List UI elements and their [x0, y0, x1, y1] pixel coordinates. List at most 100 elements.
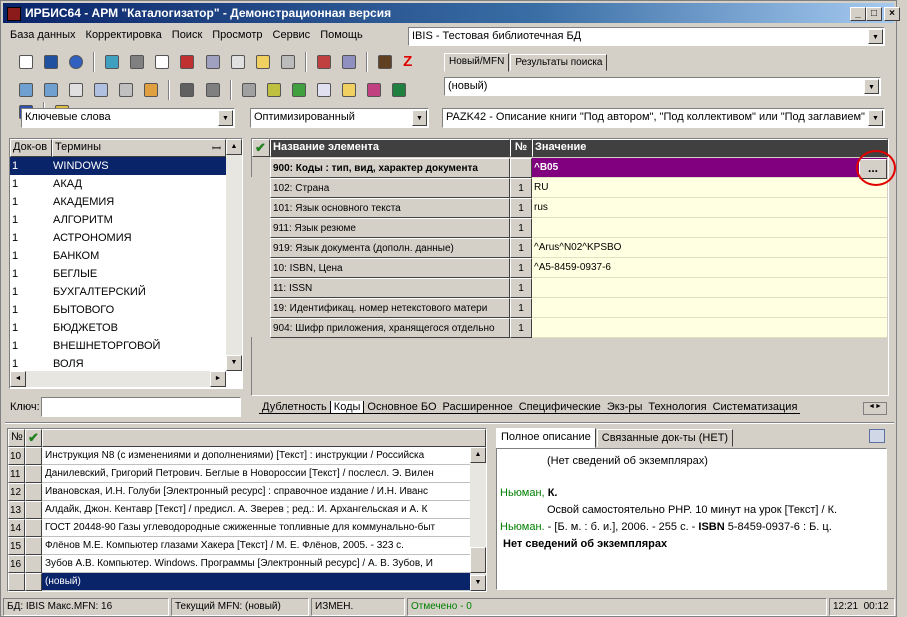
tab-codes[interactable]: Коды: [329, 401, 365, 414]
results-num-header[interactable]: №: [8, 429, 25, 447]
term-row[interactable]: 1 ВНЕШНЕТОРГОВОЙ: [10, 337, 226, 355]
tab-copies[interactable]: Экз-ры: [603, 401, 646, 414]
results-check-icon[interactable]: ✔: [25, 429, 42, 447]
field-value[interactable]: [532, 298, 887, 318]
mail-icon[interactable]: [66, 80, 86, 100]
key-input[interactable]: [41, 397, 241, 417]
field-value[interactable]: RU: [532, 178, 887, 198]
new-record-icon[interactable]: [16, 52, 36, 72]
scroll-down-icon[interactable]: ▼: [470, 575, 486, 591]
field-value[interactable]: [532, 218, 887, 238]
tab-specific[interactable]: Специфические: [515, 401, 604, 414]
field-value[interactable]: ^A5-8459-0937-6: [532, 258, 887, 278]
result-mark[interactable]: [25, 483, 42, 501]
result-mark[interactable]: [25, 555, 42, 573]
field-value[interactable]: ^B05: [532, 158, 887, 178]
editor-row[interactable]: 11: ISSN 1: [270, 278, 887, 298]
book-icon[interactable]: [375, 52, 395, 72]
print-preview-icon[interactable]: [869, 429, 885, 443]
menu-help[interactable]: Помощь: [315, 25, 368, 45]
chat-icon[interactable]: [91, 80, 111, 100]
tab-full-description[interactable]: Полное описание: [496, 428, 596, 448]
term-row[interactable]: 1 БУХГАЛТЕРСКИЙ: [10, 283, 226, 301]
scroll-thumb[interactable]: [470, 547, 486, 573]
tab-technology[interactable]: Технология: [645, 401, 710, 414]
grid-icon[interactable]: [177, 52, 197, 72]
result-mark[interactable]: [25, 519, 42, 537]
term-row[interactable]: 1 WINDOWS: [10, 157, 226, 175]
menu-view[interactable]: Просмотр: [207, 25, 267, 45]
result-mark[interactable]: [25, 465, 42, 483]
check-icon[interactable]: ✔: [252, 139, 270, 157]
results-text-header[interactable]: [42, 429, 486, 447]
result-row[interactable]: 14 ГОСТ 20448-90 Газы углеводородные сжиж…: [8, 519, 486, 537]
worksheet-select[interactable]: PAZK42 - Описание книги "Под автором", "…: [442, 108, 885, 128]
search-mode-select[interactable]: Ключевые слова ▼: [21, 108, 235, 128]
field-value[interactable]: rus: [532, 198, 887, 218]
term-row[interactable]: 1 АКАД: [10, 175, 226, 193]
green-arrow-icon[interactable]: [289, 80, 309, 100]
author-link[interactable]: Ньюман.: [500, 521, 545, 533]
tab-extended[interactable]: Расширенное: [439, 401, 516, 414]
scroll-left-icon[interactable]: ◄: [10, 371, 26, 387]
editor-row[interactable]: 101: Язык основного текста 1 rus: [270, 198, 887, 218]
folder-icon[interactable]: [203, 80, 223, 100]
tab-main-bo[interactable]: Основное БО: [364, 401, 440, 414]
count-header[interactable]: Док-ов: [10, 139, 52, 157]
list-icon[interactable]: [116, 80, 136, 100]
menu-service[interactable]: Сервис: [268, 25, 316, 45]
tab-classification[interactable]: Систематизация: [709, 401, 801, 414]
term-row[interactable]: 1 БЮДЖЕТОВ: [10, 319, 226, 337]
field-value[interactable]: [532, 318, 887, 338]
menu-edit[interactable]: Корректировка: [81, 25, 167, 45]
result-row[interactable]: 15 Флёнов М.Е. Компьютер глазами Хакера […: [8, 537, 486, 555]
num-header[interactable]: №: [510, 139, 532, 157]
editor-row[interactable]: 19: Идентификац. номер нетекстового мате…: [270, 298, 887, 318]
z-icon[interactable]: Z: [400, 52, 420, 72]
terms-header[interactable]: Термины ꟷ: [52, 139, 226, 157]
pages-icon[interactable]: [314, 80, 334, 100]
minimize-button[interactable]: _: [850, 7, 866, 21]
tab-search-results[interactable]: Результаты поиска: [510, 54, 608, 71]
tree-icon[interactable]: [228, 52, 248, 72]
result-mark[interactable]: [25, 447, 42, 465]
term-row[interactable]: 1 БЫТОВОГО: [10, 301, 226, 319]
print-icon[interactable]: [339, 52, 359, 72]
author-heading[interactable]: Ньюман,: [500, 487, 545, 499]
tab-doublets[interactable]: Дублетность: [259, 401, 330, 414]
tab-related-docs[interactable]: Связанные док-ты (НЕТ): [596, 429, 734, 447]
display-mode-select[interactable]: Оптимизированный ▼: [250, 108, 429, 128]
record-select[interactable]: (новый) ▼: [444, 77, 881, 96]
term-row[interactable]: 1 АКАДЕМИЯ: [10, 193, 226, 211]
scroll-up-icon[interactable]: ▲: [226, 139, 242, 155]
tab-new-mfn[interactable]: Новый/MFN: [444, 53, 510, 72]
printer-icon[interactable]: [239, 80, 259, 100]
result-row[interactable]: 16 Зубов А.В. Компьютер. Windows. Програм…: [8, 555, 486, 573]
editor-row[interactable]: 919: Язык документа (дополн. данные) 1 ^Ar…: [270, 238, 887, 258]
delete-icon[interactable]: [278, 52, 298, 72]
preview-icon[interactable]: [177, 80, 197, 100]
pin-icon[interactable]: ꟷ: [212, 141, 221, 156]
editor-row[interactable]: 10: ISBN, Цена 1 ^A5-8459-0937-6: [270, 258, 887, 278]
terms-hscrollbar[interactable]: ◄ ►: [10, 371, 226, 387]
undo-icon[interactable]: [66, 52, 86, 72]
result-mark[interactable]: [25, 501, 42, 519]
chart-icon[interactable]: [364, 80, 384, 100]
export-icon[interactable]: [314, 52, 334, 72]
tabs-scroll-arrows[interactable]: ◄►: [863, 402, 887, 415]
results-vscrollbar[interactable]: ▲ ▼: [470, 447, 486, 591]
result-mark[interactable]: [25, 537, 42, 555]
editor-row[interactable]: 911: Язык резюме 1: [270, 218, 887, 238]
result-row[interactable]: (новый): [8, 573, 486, 591]
maximize-button[interactable]: □: [866, 7, 882, 21]
terms-vscrollbar[interactable]: ▲ ▼: [226, 139, 242, 371]
prev-record-icon[interactable]: [102, 52, 122, 72]
result-row[interactable]: 11 Данилевский, Григорий Петрович. Беглые…: [8, 465, 486, 483]
database-select[interactable]: IBIS - Тестовая библиотечная БД ▼: [408, 27, 885, 46]
next-record-icon[interactable]: [127, 52, 147, 72]
scroll-right-icon[interactable]: ►: [210, 371, 226, 387]
excel-icon[interactable]: [389, 80, 409, 100]
open-folder-icon[interactable]: [339, 80, 359, 100]
message-icon[interactable]: [16, 80, 36, 100]
term-row[interactable]: 1 БЕГЛЫЕ: [10, 265, 226, 283]
